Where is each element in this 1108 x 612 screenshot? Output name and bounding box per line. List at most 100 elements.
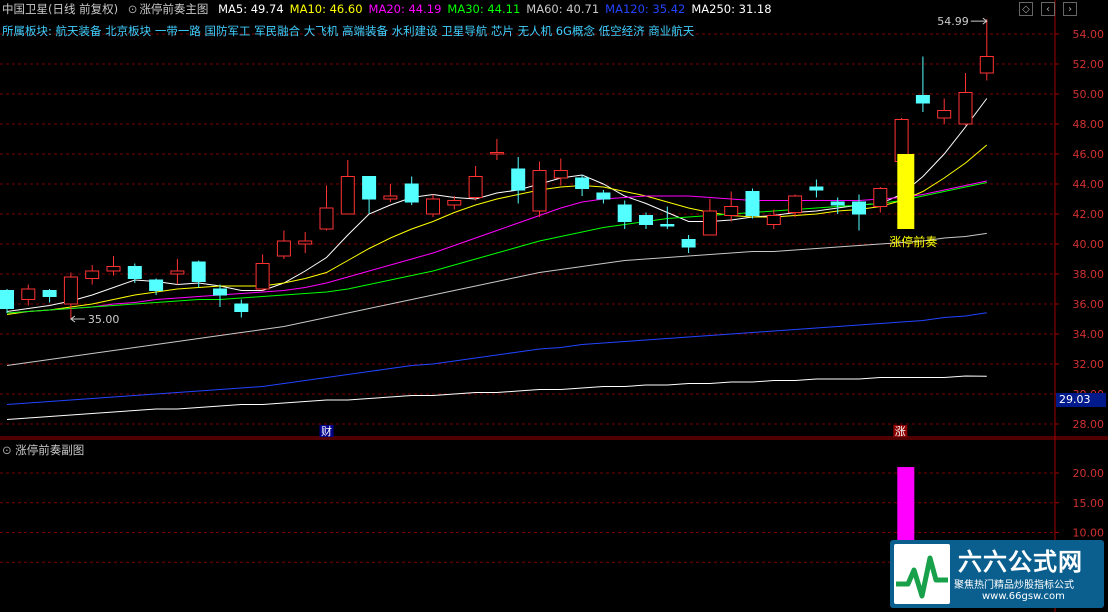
y-tick-label-main: 48.00 (1073, 118, 1105, 131)
period-label[interactable]: (日线 前复权) (48, 2, 118, 16)
sector-line: 所属板块: 航天装备 北京板块 一带一路 国防军工 军民融合 大飞机 高端装备 … (2, 24, 695, 38)
grid-layer (0, 0, 1108, 612)
ma-label-ma10: MA10: 46.60 (289, 2, 363, 16)
logo-subtitle: 聚焦热门精品炒股指标公式 (954, 580, 1074, 591)
candle-body (915, 95, 930, 104)
indicator-dropdown-icon[interactable]: ⊙ (128, 2, 138, 16)
candle-body (788, 195, 803, 213)
annotation-layer: 涨停前奏 54.99 35.00 财 涨 (70, 15, 988, 438)
candle-body (42, 290, 57, 297)
y-tick-label-sub: 20.00 (1073, 467, 1105, 480)
candle-body (532, 170, 547, 212)
candle-body (383, 195, 398, 200)
y-tick-label-main: 36.00 (1073, 298, 1105, 311)
minimize-icon[interactable]: ‹ (1041, 2, 1055, 16)
candles-layer (0, 19, 994, 319)
ma-line-ma120 (6, 312, 987, 405)
candle-body (447, 200, 462, 206)
candle-body (681, 239, 696, 248)
candle-body (276, 240, 291, 257)
chart-canvas: 28.0030.0032.0034.0036.0038.0040.0042.00… (0, 0, 1108, 612)
candle-body (362, 176, 377, 200)
candle-body (489, 152, 504, 155)
candle-body (170, 270, 185, 275)
candle-body (617, 204, 632, 222)
ma-label-ma5: MA5: 49.74 (218, 2, 284, 16)
candle-body (958, 92, 973, 125)
candle-body (149, 279, 164, 291)
candle-body (255, 263, 270, 290)
candle-body (404, 183, 419, 203)
candle-body (596, 192, 611, 200)
logo-title: 六六公式网 (958, 548, 1083, 576)
candle-body (937, 110, 952, 119)
candle-body (213, 288, 227, 296)
ma-label-ma120: MA120: 35.42 (605, 2, 686, 16)
ma-label-ma30: MA30: 44.11 (447, 2, 521, 16)
candle-body (660, 224, 675, 227)
y-tick-label-sub: 10.00 (1073, 527, 1105, 540)
candle-body (639, 215, 653, 225)
candle-body (298, 240, 313, 245)
candle-body (724, 206, 739, 216)
signal-label: 涨停前奏 (889, 234, 937, 249)
sub-chart-dropdown-icon[interactable]: ⊙ (2, 443, 12, 457)
y-tick-label-main: 28.00 (1073, 418, 1105, 431)
y-tick-label-main: 52.00 (1073, 58, 1105, 71)
logo-mark-icon (894, 544, 950, 604)
candle-body (852, 201, 866, 215)
candle-body (873, 188, 888, 207)
y-tick-label-main: 50.00 (1073, 88, 1105, 101)
candle-body (234, 303, 249, 312)
y-tick-label-main: 46.00 (1073, 148, 1105, 161)
ma-label-ma20: MA20: 44.19 (368, 2, 442, 16)
y-tick-label-main: 38.00 (1073, 268, 1105, 281)
candle-body (426, 198, 440, 215)
high-value-label: 54.99 (937, 15, 969, 28)
candle-body (319, 207, 334, 230)
chart-header: 中国卫星(日线 前复权) ⊙ 涨停前奏主图 MA5: 49.74 MA10: 46.… (2, 1, 784, 17)
low-value-label: 35.00 (88, 313, 120, 326)
signal-bar (897, 154, 915, 229)
sub-chart-header: ⊙ 涨停前奏副图 (2, 442, 84, 458)
candle-body (511, 168, 526, 191)
price-axis-layer: 28.0030.0032.0034.0036.0038.0040.0042.00… (1055, 28, 1104, 569)
candle-body (809, 186, 824, 191)
y-tick-label-main: 42.00 (1073, 208, 1105, 221)
candle-body (830, 201, 845, 206)
candle-body (191, 261, 206, 282)
candle-body (85, 270, 100, 279)
logo-url: www.66gsw.com (982, 591, 1065, 602)
candle-body (106, 266, 121, 272)
collapse-icon[interactable]: ◇ (1019, 2, 1033, 16)
candle-body (340, 176, 355, 215)
ma-label-ma60: MA60: 40.71 (526, 2, 600, 16)
ma-label-ma250: MA250: 31.18 (691, 2, 772, 16)
candle-body (575, 177, 590, 189)
ma-values: MA5: 49.74 MA10: 46.60 MA20: 44.19 MA30: 44… (218, 2, 777, 16)
y-tick-label-main: 54.00 (1073, 28, 1105, 41)
indicator-name[interactable]: 涨停前奏主图 (139, 2, 208, 16)
candle-body (63, 276, 78, 305)
candle-body (0, 290, 14, 309)
candle-body (702, 210, 717, 236)
y-tick-label-main: 34.00 (1073, 328, 1105, 341)
candle-body (979, 56, 994, 74)
candle-body (468, 176, 483, 198)
y-tick-label-main: 32.00 (1073, 358, 1105, 371)
sub-chart-title[interactable]: 涨停前奏副图 (15, 443, 84, 457)
current-price-badge: 29.03 (1056, 393, 1106, 407)
site-logo: 六六公式网 聚焦热门精品炒股指标公式 www.66gsw.com (890, 540, 1104, 608)
y-tick-label-sub: 15.00 (1073, 497, 1105, 510)
ma-line-ma250 (6, 375, 987, 420)
candle-body (553, 170, 568, 179)
candle-body (745, 191, 760, 216)
y-tick-label-main: 44.00 (1073, 178, 1105, 191)
stock-name[interactable]: 中国卫星 (2, 2, 48, 16)
limit-up-marker: 涨 (895, 425, 906, 438)
candle-body (766, 215, 781, 225)
y-tick-label-main: 40.00 (1073, 238, 1105, 251)
expand-icon[interactable]: › (1063, 2, 1077, 16)
candle-body (21, 288, 36, 300)
financial-marker: 财 (321, 424, 332, 438)
